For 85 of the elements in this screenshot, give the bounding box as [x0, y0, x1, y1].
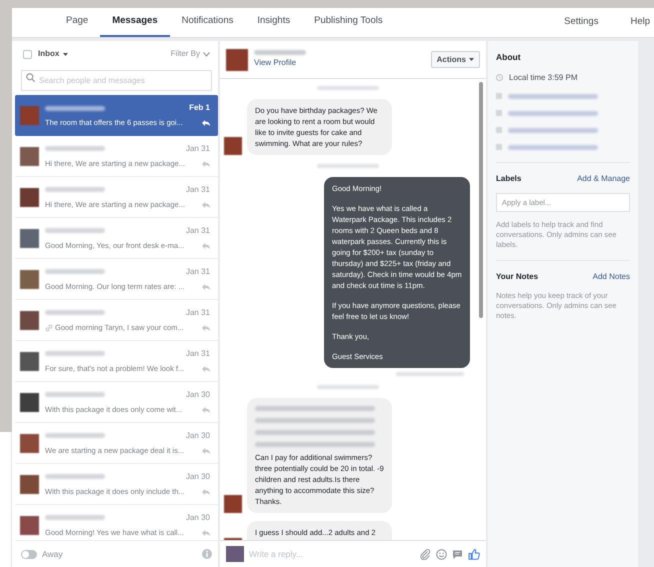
chevron-icon: [203, 52, 210, 56]
reply-arrow-icon: [202, 530, 210, 536]
nav-tab[interactable]: Insights: [245, 8, 302, 37]
avatar-placeholder: [20, 516, 39, 534]
avatar-placeholder: [20, 392, 39, 412]
thumbs-up-icon: [468, 548, 480, 560]
redacted-icon: [496, 144, 502, 150]
redacted-icon: [496, 93, 502, 100]
conversation-date: Jan 30: [186, 470, 210, 483]
reply-arrow-icon: [202, 242, 210, 248]
help-link[interactable]: Help: [616, 8, 650, 37]
local-time: Local time 3:59 PM: [509, 72, 578, 84]
reply-arrow-icon: [202, 488, 210, 494]
conversation-date: Jan 30: [186, 512, 210, 524]
inbox-dropdown[interactable]: Inbox: [38, 48, 68, 60]
scrollbar-thumb[interactable]: [479, 82, 483, 318]
conversation-date: Jan 31: [186, 224, 210, 237]
reply-arrow-icon: [202, 120, 210, 126]
avatar-placeholder: [20, 106, 39, 125]
redacted-name: [45, 433, 105, 438]
redacted-name: [45, 474, 105, 480]
avatar-placeholder: [20, 474, 39, 494]
smiley-icon: [436, 548, 447, 560]
page-avatar-placeholder: [226, 546, 244, 562]
redacted-name: [45, 351, 105, 356]
add-notes-link[interactable]: Add Notes: [592, 270, 630, 283]
conversation-date: Feb 1: [189, 102, 210, 114]
nav-tab[interactable]: Messages: [100, 8, 170, 37]
add-manage-link[interactable]: Add & Manage: [577, 172, 630, 185]
redacted-name: [45, 392, 105, 398]
chat-bubble-icon: [452, 548, 463, 560]
clock-icon: [496, 74, 503, 82]
redacted-name: [45, 310, 105, 316]
reply-arrow-icon: [202, 160, 210, 166]
avatar-placeholder: [20, 146, 39, 166]
nav-tab[interactable]: Notifications: [170, 8, 246, 37]
view-profile-link[interactable]: View Profile: [254, 57, 306, 69]
reply-arrow-icon: [202, 284, 210, 290]
avatar-placeholder: [20, 352, 39, 370]
avatar-placeholder: [20, 434, 39, 452]
search-field[interactable]: Search people and messages: [21, 70, 212, 91]
avatar-placeholder: [224, 495, 242, 513]
redacted-name: [254, 50, 306, 55]
reply-arrow-icon: [202, 406, 210, 412]
avatar-placeholder: [224, 137, 242, 155]
actions-button[interactable]: Actions: [430, 51, 480, 68]
select-all-checkbox[interactable]: [23, 50, 32, 58]
avatar-placeholder: [20, 270, 39, 288]
reply-arrow-icon: [202, 324, 210, 330]
nav-tab[interactable]: Publishing Tools: [302, 8, 395, 37]
redacted-icon: [496, 110, 502, 116]
search-icon: [26, 73, 35, 82]
info-icon: [202, 549, 212, 559]
conversation-date: Jan 31: [186, 266, 210, 278]
settings-link[interactable]: Settings: [546, 8, 616, 37]
redacted-name: [45, 187, 105, 192]
section-heading: Your Notes: [496, 270, 538, 283]
caret-icon: [63, 52, 68, 56]
paperclip-icon: [420, 548, 431, 560]
caret-icon: [469, 58, 474, 61]
avatar-placeholder: [20, 228, 39, 248]
avatar-placeholder: [20, 188, 39, 206]
section-heading: About: [496, 51, 522, 64]
conversation-date: Jan 31: [186, 306, 210, 319]
conversation-date: Jan 30: [186, 388, 210, 401]
conversation-date: Jan 31: [186, 348, 210, 360]
nav-tab[interactable]: Page: [54, 8, 100, 37]
status-label: Away: [42, 548, 63, 560]
reply-field[interactable]: Write a reply...: [249, 548, 415, 560]
avatar-placeholder: [20, 310, 39, 330]
section-heading: Labels: [496, 172, 522, 185]
conversation-date: Jan 30: [186, 430, 210, 442]
redacted-name: [45, 146, 105, 152]
reply-arrow-icon: [202, 448, 210, 454]
redacted-icon: [496, 127, 502, 134]
redacted-name: [45, 515, 105, 520]
conversation-date: Jan 31: [186, 184, 210, 196]
redacted-name: [45, 228, 105, 234]
away-toggle[interactable]: [21, 550, 37, 558]
reply-arrow-icon: [202, 366, 210, 372]
reply-arrow-icon: [202, 202, 210, 208]
redacted-name: [45, 269, 105, 274]
conversation-date: Jan 31: [186, 142, 210, 155]
redacted-name: [45, 106, 105, 111]
avatar-placeholder: [226, 48, 248, 70]
